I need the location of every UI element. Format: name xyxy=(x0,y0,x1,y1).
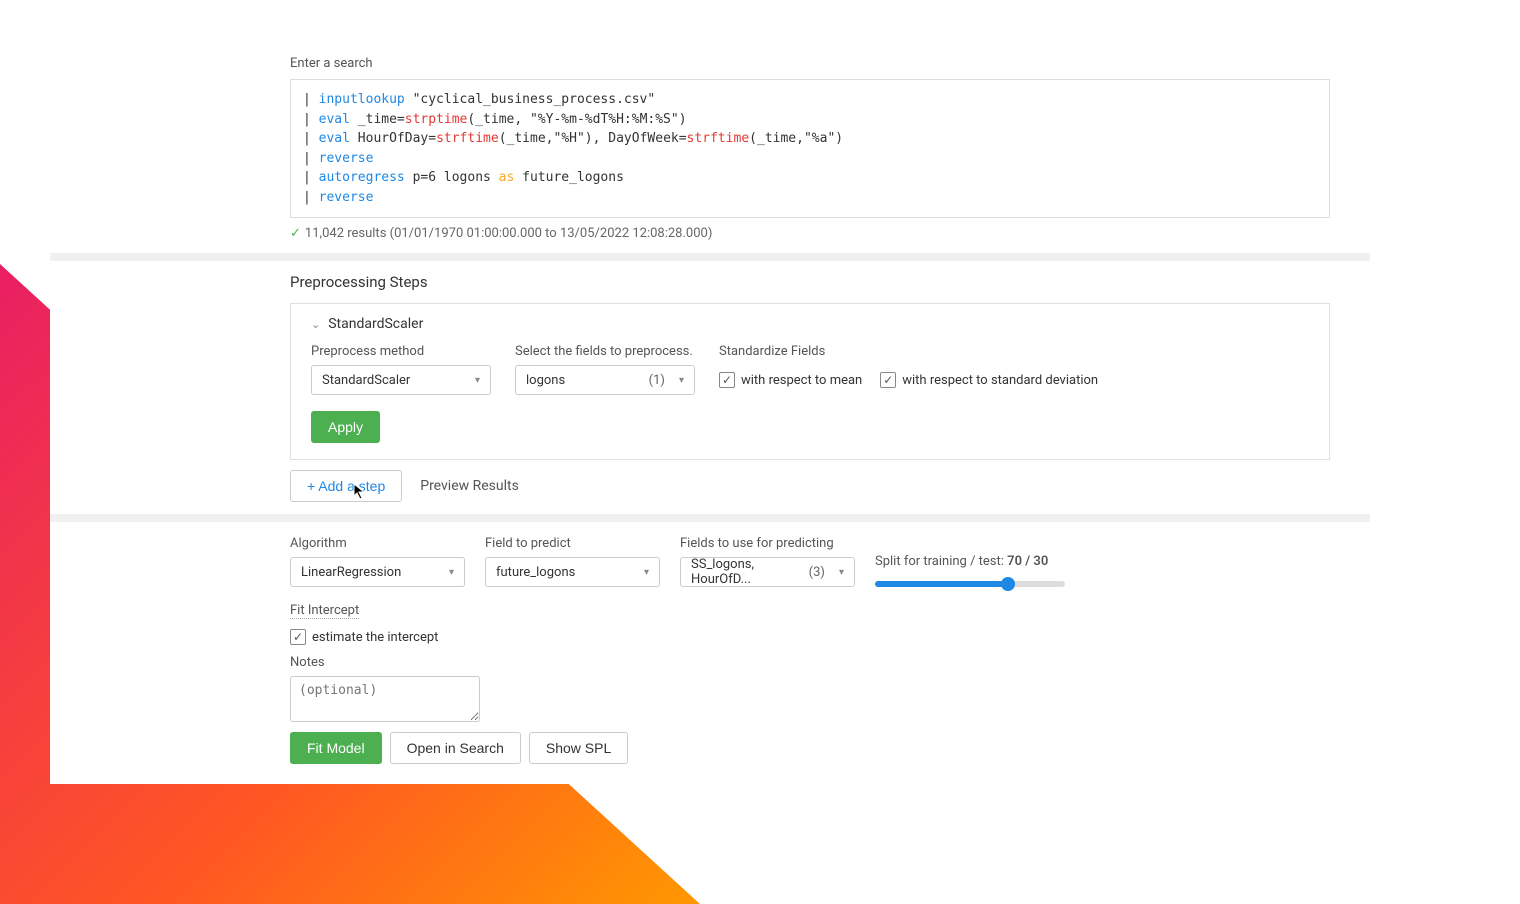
main-panel: Enter a search | inputlookup "cyclical_b… xyxy=(50,44,1370,784)
caret-down-icon: ▾ xyxy=(475,375,480,386)
preprocess-fields-count: (1) xyxy=(649,373,665,388)
preprocessing-step-header[interactable]: ⌄ StandardScaler xyxy=(311,316,1309,332)
field-to-predict-value: future_logons xyxy=(496,565,575,580)
preprocess-method-label: Preprocess method xyxy=(311,344,491,359)
fields-to-use-label: Fields to use for predicting xyxy=(680,536,855,551)
preprocess-method-value: StandardScaler xyxy=(322,373,410,388)
preprocessing-title: Preprocessing Steps xyxy=(290,273,1330,291)
notes-textarea[interactable] xyxy=(290,676,480,722)
notes-label: Notes xyxy=(290,655,1330,670)
preprocess-method-select[interactable]: StandardScaler ▾ xyxy=(311,365,491,395)
field-to-predict-select[interactable]: future_logons ▾ xyxy=(485,557,660,587)
results-line: ✓ 11,042 results (01/01/1970 01:00:00.000… xyxy=(290,226,1330,241)
fields-to-use-select[interactable]: SS_logons, HourOfD... (3) ▾ xyxy=(680,557,855,587)
fields-to-use-count: (3) xyxy=(809,565,825,580)
checkbox-std[interactable] xyxy=(880,372,896,388)
split-slider[interactable] xyxy=(875,575,1065,587)
split-label-prefix: Split for training / test: xyxy=(875,554,1007,569)
search-section: Enter a search | inputlookup "cyclical_b… xyxy=(50,44,1370,261)
results-text: 11,042 results (01/01/1970 01:00:00.000 … xyxy=(305,226,712,241)
step-name: StandardScaler xyxy=(328,316,423,332)
preprocess-fields-label: Select the fields to preprocess. xyxy=(515,344,695,359)
algorithm-select[interactable]: LinearRegression ▾ xyxy=(290,557,465,587)
preprocess-fields-value: logons xyxy=(526,373,565,388)
split-label: Split for training / test: 70 / 30 xyxy=(875,554,1065,569)
check-icon: ✓ xyxy=(290,226,301,241)
checkbox-mean-label: with respect to mean xyxy=(741,373,862,388)
algorithm-section: Algorithm LinearRegression ▾ Field to pr… xyxy=(50,522,1370,784)
search-query-box[interactable]: | inputlookup "cyclical_business_process… xyxy=(290,79,1330,218)
fields-to-use-value: SS_logons, HourOfD... xyxy=(691,557,809,587)
preprocessing-section: Preprocessing Steps ⌄ StandardScaler Pre… xyxy=(50,261,1370,522)
search-label: Enter a search xyxy=(290,56,1330,71)
caret-down-icon: ▾ xyxy=(644,567,649,578)
split-value: 70 / 30 xyxy=(1007,554,1048,569)
preprocess-fields-select[interactable]: logons (1) ▾ xyxy=(515,365,695,395)
caret-down-icon: ▾ xyxy=(449,567,454,578)
add-step-button[interactable]: + Add a step xyxy=(290,470,402,502)
checkbox-mean[interactable] xyxy=(719,372,735,388)
algorithm-label: Algorithm xyxy=(290,536,465,551)
preprocessing-step-panel: ⌄ StandardScaler Preprocess method Stand… xyxy=(290,303,1330,460)
standardize-fields-label: Standardize Fields xyxy=(719,344,1098,359)
apply-button[interactable]: Apply xyxy=(311,411,380,443)
algorithm-value: LinearRegression xyxy=(301,565,401,580)
preview-results-link[interactable]: Preview Results xyxy=(420,478,519,494)
fit-intercept-label: Fit Intercept xyxy=(290,603,359,619)
show-spl-button[interactable]: Show SPL xyxy=(529,732,628,764)
checkbox-estimate-intercept[interactable] xyxy=(290,629,306,645)
open-in-search-button[interactable]: Open in Search xyxy=(390,732,521,764)
fit-model-button[interactable]: Fit Model xyxy=(290,732,382,764)
checkbox-estimate-intercept-label: estimate the intercept xyxy=(312,630,438,645)
caret-down-icon: ▾ xyxy=(839,567,844,578)
checkbox-std-label: with respect to standard deviation xyxy=(902,373,1098,388)
field-to-predict-label: Field to predict xyxy=(485,536,660,551)
caret-down-icon: ▾ xyxy=(679,375,684,386)
chevron-down-icon: ⌄ xyxy=(311,318,320,331)
